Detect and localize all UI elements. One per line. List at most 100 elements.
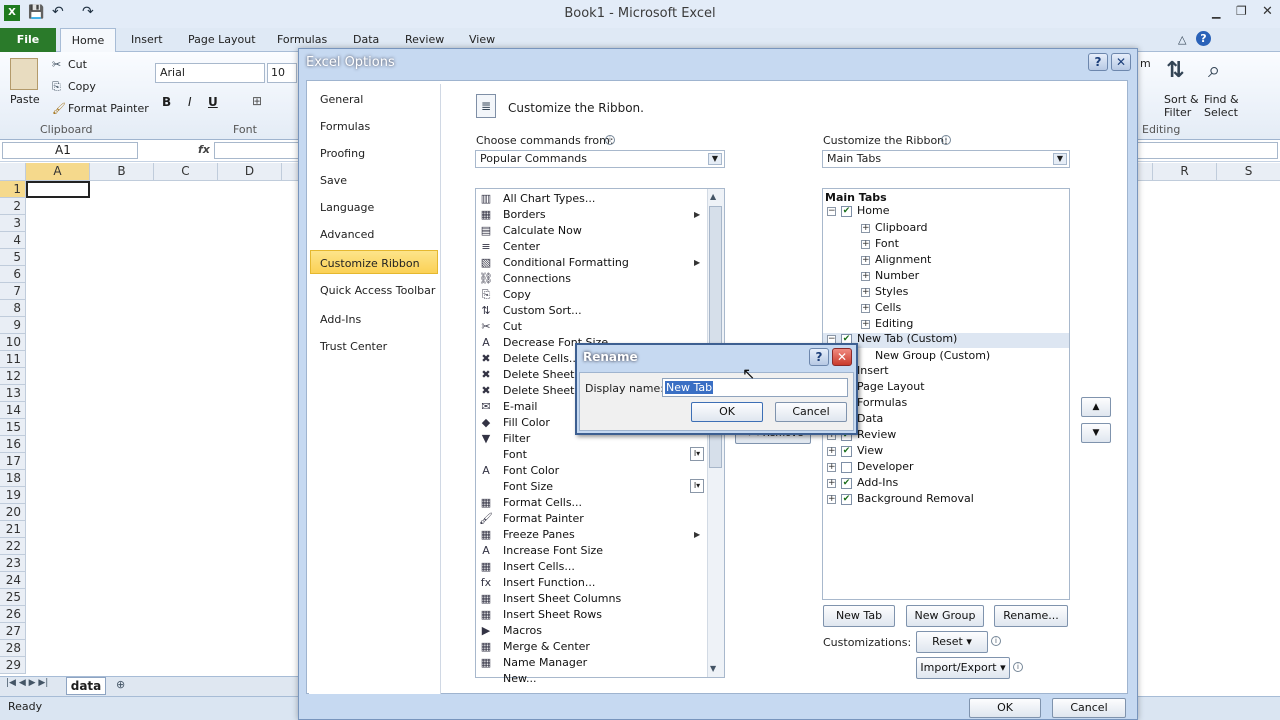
command-item[interactable]: Conditional Formatting	[503, 256, 629, 269]
column-header-d[interactable]: D	[218, 163, 282, 181]
format-painter-button[interactable]: Format Painter	[68, 102, 149, 115]
nav-formulas[interactable]: Formulas	[320, 120, 370, 133]
command-item[interactable]: Custom Sort...	[503, 304, 582, 317]
command-item[interactable]: Name Manager	[503, 656, 587, 669]
expand-icon[interactable]: +	[861, 320, 870, 329]
row-header[interactable]: 11	[0, 351, 26, 368]
cut-button[interactable]: Cut	[68, 58, 87, 71]
insert-function-icon[interactable]: fx	[198, 143, 210, 156]
tab-checkbox[interactable]	[841, 462, 852, 473]
expand-icon[interactable]: +	[861, 304, 870, 313]
find-select-button-line1[interactable]: Find &	[1204, 93, 1239, 106]
nav-add-ins[interactable]: Add-Ins	[320, 313, 361, 326]
row-header[interactable]: 2	[0, 198, 26, 215]
italic-button[interactable]: I	[188, 95, 192, 109]
column-header-q-partial[interactable]	[1138, 163, 1153, 181]
copy-icon[interactable]: ⎘	[52, 80, 61, 94]
paste-icon[interactable]	[10, 58, 38, 90]
tree-item[interactable]: Styles	[875, 285, 908, 298]
options-help-button[interactable]: ?	[1088, 53, 1108, 71]
row-header[interactable]: 5	[0, 249, 26, 266]
move-up-button[interactable]: ▲	[1081, 397, 1111, 417]
new-tab-button[interactable]: New Tab	[823, 605, 895, 627]
underline-button[interactable]: U	[208, 95, 218, 109]
expand-icon[interactable]: +	[861, 256, 870, 265]
command-item[interactable]: Merge & Center	[503, 640, 590, 653]
paste-button-label[interactable]: Paste	[10, 93, 40, 106]
tree-item[interactable]: New Group (Custom)	[875, 349, 990, 362]
command-item[interactable]: All Chart Types...	[503, 192, 595, 205]
scroll-up-icon[interactable]: ▲	[710, 192, 716, 201]
row-header[interactable]: 15	[0, 419, 26, 436]
sort-filter-icon[interactable]: ⇅	[1166, 58, 1184, 83]
nav-language[interactable]: Language	[320, 201, 374, 214]
row-header[interactable]: 19	[0, 487, 26, 504]
command-item[interactable]: Insert Function...	[503, 576, 595, 589]
close-window-icon[interactable]: ✕	[1262, 4, 1273, 19]
select-all-corner[interactable]	[0, 163, 26, 181]
command-item[interactable]: Increase Font Size	[503, 544, 603, 557]
row-header[interactable]: 28	[0, 640, 26, 657]
expand-icon[interactable]: +	[827, 463, 836, 472]
find-select-icon[interactable]: ⌕	[1208, 58, 1220, 83]
tab-checkbox[interactable]: ✔	[841, 494, 852, 505]
row-header[interactable]: 12	[0, 368, 26, 385]
command-item[interactable]: Font	[503, 448, 527, 461]
new-group-button[interactable]: New Group	[906, 605, 984, 627]
expand-icon[interactable]: +	[861, 272, 870, 281]
ribbon-tree[interactable]	[822, 188, 1070, 600]
tree-item[interactable]: Editing	[875, 317, 913, 330]
command-item[interactable]: Freeze Panes	[503, 528, 575, 541]
row-header[interactable]: 22	[0, 538, 26, 555]
tab-insert[interactable]: Insert	[131, 33, 163, 46]
expand-icon[interactable]: +	[861, 240, 870, 249]
row-header[interactable]: 27	[0, 623, 26, 640]
row-header[interactable]: 26	[0, 606, 26, 623]
move-down-button[interactable]: ▼	[1081, 423, 1111, 443]
tree-item[interactable]: Home	[857, 204, 889, 217]
row-header[interactable]: 7	[0, 283, 26, 300]
rename-help-button[interactable]: ?	[809, 348, 829, 366]
expand-icon[interactable]: +	[827, 479, 836, 488]
chevron-down-icon[interactable]: ▼	[708, 153, 722, 165]
tree-item[interactable]: Add-Ins	[857, 476, 898, 489]
row-header[interactable]: 8	[0, 300, 26, 317]
rename-ok-button[interactable]: OK	[691, 402, 763, 422]
reset-button[interactable]: Reset ▾	[916, 631, 988, 653]
rename-cancel-button[interactable]: Cancel	[775, 402, 847, 422]
row-header[interactable]: 29	[0, 657, 26, 674]
format-painter-icon[interactable]: 🖌	[52, 102, 66, 115]
choose-commands-combo[interactable]: Popular Commands ▼	[475, 150, 725, 168]
row-header[interactable]: 25	[0, 589, 26, 606]
column-header-b[interactable]: B	[90, 163, 154, 181]
nav-save[interactable]: Save	[320, 174, 347, 187]
column-header-s[interactable]: S	[1217, 163, 1280, 181]
tree-item[interactable]: Page Layout	[857, 380, 925, 393]
expand-icon[interactable]: +	[861, 224, 870, 233]
tree-item[interactable]: Number	[875, 269, 919, 282]
options-cancel-button[interactable]: Cancel	[1052, 698, 1126, 718]
command-item[interactable]: Macros	[503, 624, 542, 637]
tab-view[interactable]: View	[469, 33, 495, 46]
command-item[interactable]: Font Size	[503, 480, 553, 493]
tab-checkbox[interactable]: ✔	[841, 446, 852, 457]
collapse-icon[interactable]: −	[827, 207, 836, 216]
column-header-c[interactable]: C	[154, 163, 218, 181]
command-item[interactable]: Format Cells...	[503, 496, 582, 509]
nav-general[interactable]: General	[320, 93, 363, 106]
tree-item[interactable]: Cells	[875, 301, 901, 314]
insert-sheet-icon[interactable]: ⊕	[116, 678, 125, 691]
tab-data[interactable]: Data	[353, 33, 379, 46]
maximize-icon[interactable]: ❐	[1236, 4, 1247, 18]
row-header[interactable]: 20	[0, 504, 26, 521]
command-item[interactable]: Insert Cells...	[503, 560, 575, 573]
nav-quick-access-toolbar[interactable]: Quick Access Toolbar	[320, 284, 435, 297]
rename-button[interactable]: Rename...	[994, 605, 1068, 627]
help-icon[interactable]: ?	[1196, 31, 1211, 46]
borders-icon[interactable]: ⊞	[252, 94, 262, 108]
tree-item[interactable]: View	[857, 444, 883, 457]
command-item[interactable]: Center	[503, 240, 540, 253]
tree-item[interactable]: Developer	[857, 460, 914, 473]
nav-advanced[interactable]: Advanced	[320, 228, 374, 241]
command-item[interactable]: Font Color	[503, 464, 559, 477]
